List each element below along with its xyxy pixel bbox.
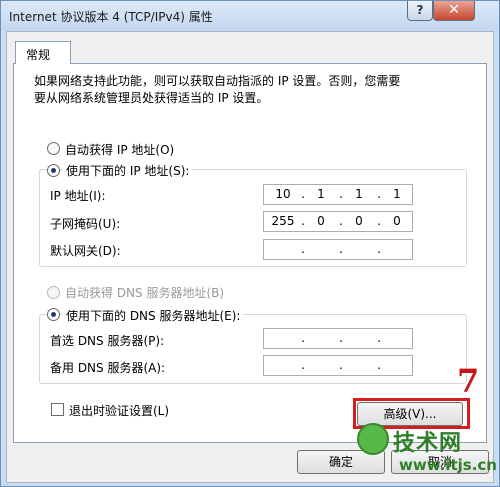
ip-address-input[interactable]: 10 . 1 . 1 . 1: [263, 184, 413, 205]
tab-general-label: 常规: [26, 48, 51, 62]
preferred-dns-label: 首选 DNS 服务器(P):: [50, 334, 165, 348]
validate-on-exit-checkbox[interactable]: [51, 403, 64, 416]
ip-segment-3: 1: [355, 187, 363, 201]
watermark-logo-icon: [357, 423, 389, 455]
help-button[interactable]: ?: [407, 1, 433, 21]
tab-general[interactable]: 常规: [15, 41, 71, 64]
auto-ip-radio[interactable]: [47, 142, 60, 155]
mask-segment-1: 255: [271, 214, 295, 228]
ip-dot: .: [377, 187, 381, 201]
manual-dns-radio[interactable]: [47, 308, 60, 321]
mask-dot: .: [377, 214, 381, 228]
manual-ip-label: 使用下面的 IP 地址(S):: [63, 162, 193, 179]
close-button[interactable]: ✕: [433, 1, 475, 21]
dialog-window: Internet 协议版本 4 (TCP/IPv4) 属性 ? ✕ 常规 如果网…: [0, 0, 500, 487]
dns-dot: .: [339, 331, 343, 345]
description-line-2: 要从网络系统管理员处获得适当的 IP 设置。: [34, 91, 269, 105]
subnet-mask-input[interactable]: 255 . 0 . 0 . 0: [263, 211, 413, 232]
manual-dns-label: 使用下面的 DNS 服务器地址(E):: [63, 307, 244, 324]
mask-dot: .: [301, 214, 305, 228]
default-gateway-input[interactable]: . . .: [263, 239, 413, 260]
ip-segment-1: 10: [275, 187, 291, 201]
dns-dot: .: [377, 358, 381, 372]
gateway-dot: .: [377, 242, 381, 256]
mask-segment-4: 0: [393, 214, 401, 228]
auto-dns-radio[interactable]: [47, 286, 60, 299]
dns-dot: .: [301, 358, 305, 372]
subnet-mask-label: 子网掩码(U):: [50, 217, 121, 231]
description-text: 如果网络支持此功能，则可以获取自动指派的 IP 设置。否则，您需要 要从网络系统…: [34, 73, 474, 107]
ip-dot: .: [301, 187, 305, 201]
watermark-text: 技术网: [393, 431, 463, 456]
dns-dot: .: [301, 331, 305, 345]
default-gateway-label: 默认网关(D):: [50, 244, 121, 258]
auto-dns-label: 自动获得 DNS 服务器地址(B): [65, 286, 225, 300]
gateway-dot: .: [301, 242, 305, 256]
mask-segment-3: 0: [355, 214, 363, 228]
window-title: Internet 协议版本 4 (TCP/IPv4) 属性: [9, 10, 213, 24]
auto-ip-label: 自动获得 IP 地址(O): [65, 143, 175, 157]
title-bar: Internet 协议版本 4 (TCP/IPv4) 属性 ? ✕: [1, 1, 499, 31]
alternate-dns-label: 备用 DNS 服务器(A):: [50, 361, 166, 375]
ip-dot: .: [339, 187, 343, 201]
ip-segment-4: 1: [393, 187, 401, 201]
watermark-url: www.itjs.cn: [399, 456, 497, 474]
gateway-dot: .: [339, 242, 343, 256]
manual-ip-radio[interactable]: [47, 164, 60, 177]
alternate-dns-input[interactable]: . . .: [263, 355, 413, 376]
mask-dot: .: [339, 214, 343, 228]
ip-address-label: IP 地址(I):: [50, 189, 106, 203]
mask-segment-2: 0: [317, 214, 325, 228]
preferred-dns-input[interactable]: . . .: [263, 328, 413, 349]
validate-on-exit-label: 退出时验证设置(L): [69, 404, 170, 418]
ip-segment-2: 1: [317, 187, 325, 201]
dns-dot: .: [377, 331, 381, 345]
annotation-step-number: 7: [457, 362, 480, 400]
dns-dot: .: [339, 358, 343, 372]
description-line-1: 如果网络支持此功能，则可以获取自动指派的 IP 设置。否则，您需要: [34, 74, 401, 88]
